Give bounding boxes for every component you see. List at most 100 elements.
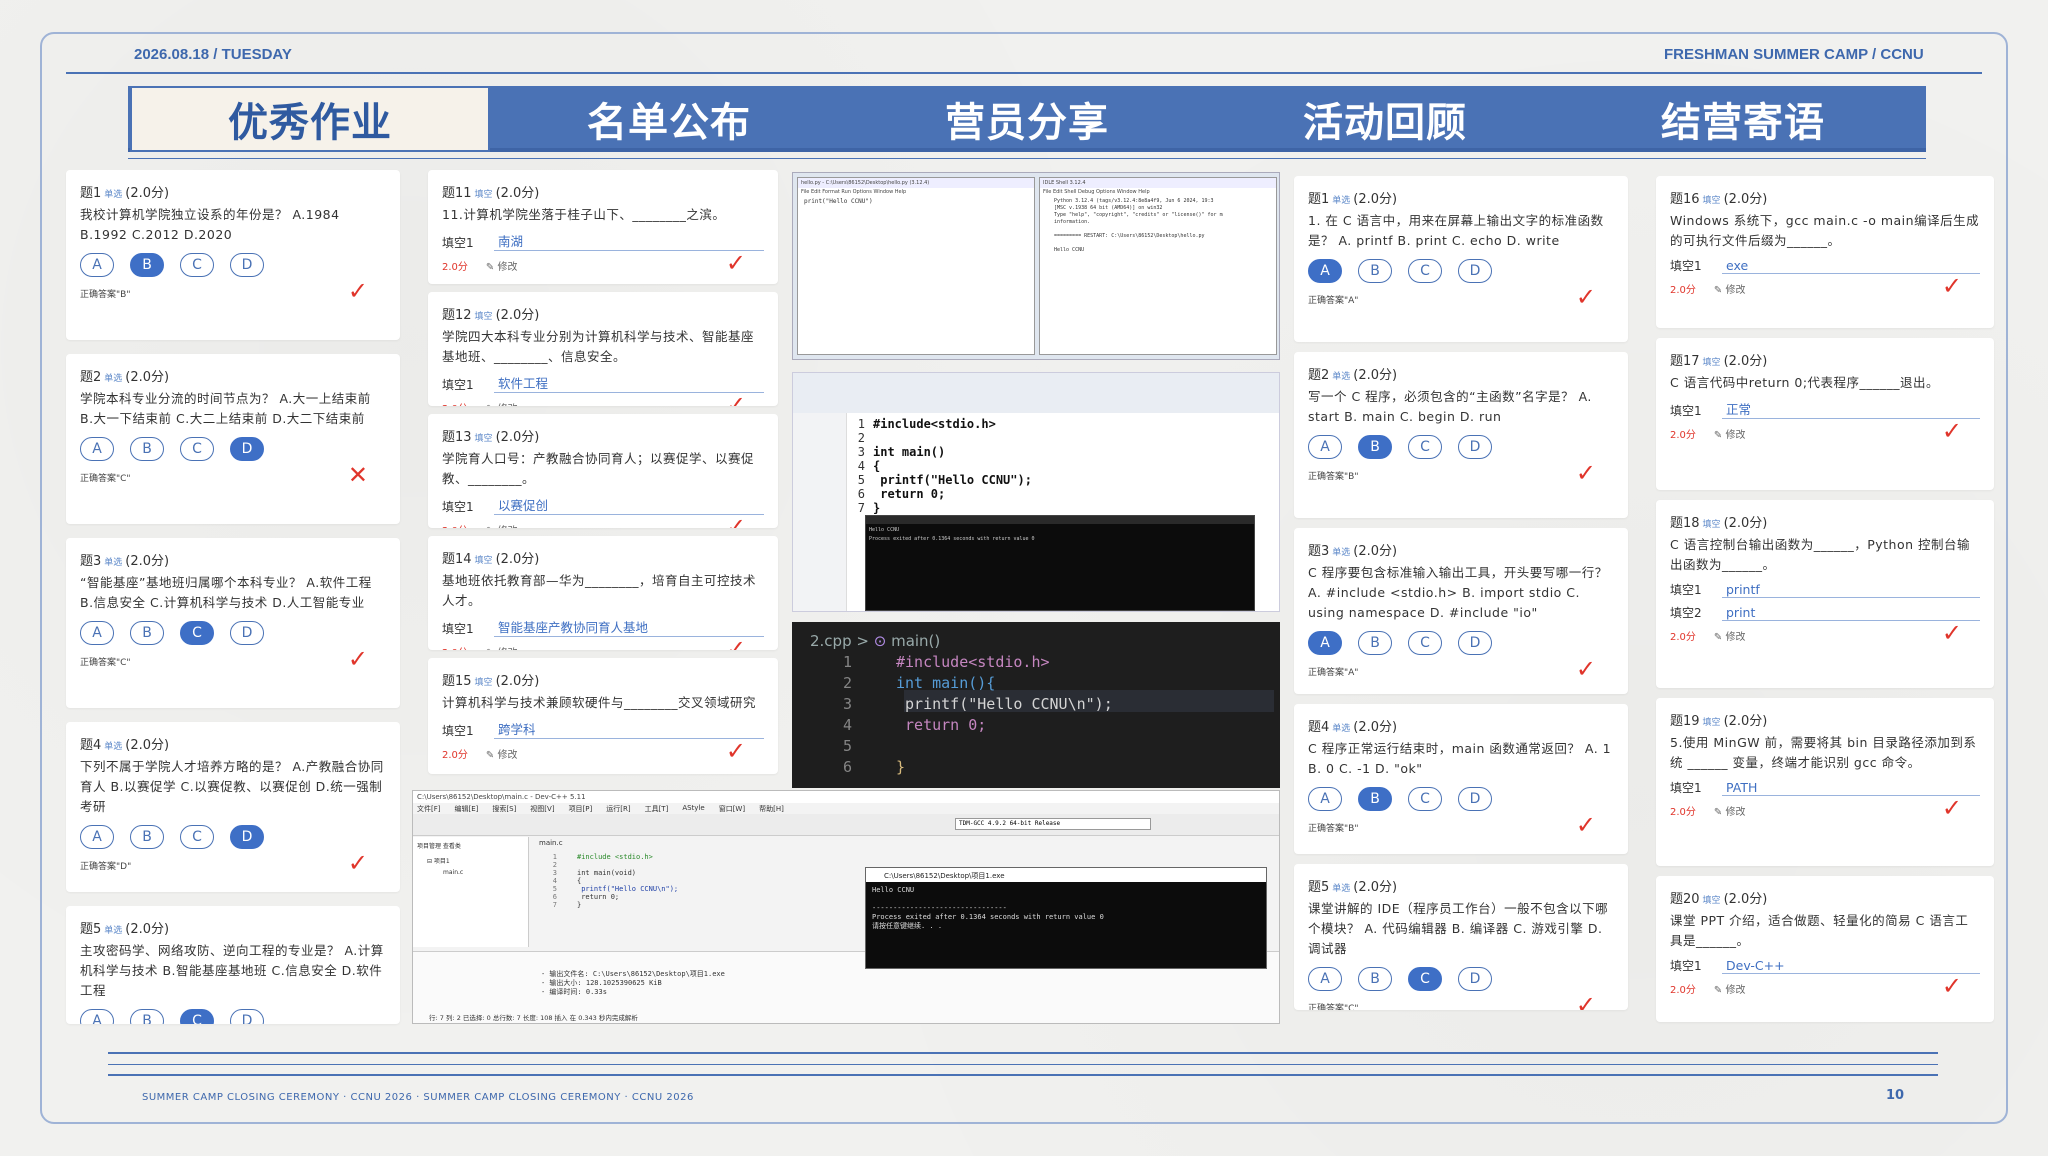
option-b[interactable]: B (130, 825, 164, 849)
edit-button[interactable]: ✎ 修改 (1714, 281, 1746, 296)
question-text: 下列不属于学院人才培养方略的是？ A.产教融合协同育人 B.以赛促学 C.以赛促… (80, 759, 384, 814)
option-a[interactable]: A (80, 1009, 114, 1024)
option-c[interactable]: C (1408, 259, 1442, 283)
question-number: 题13 (442, 430, 472, 445)
option-c[interactable]: C (1408, 435, 1442, 459)
check-icon: ✓ (1575, 991, 1596, 1010)
fill-label: 填空1 (442, 724, 474, 738)
option-b[interactable]: B (1358, 967, 1392, 991)
tab-list-announcement[interactable]: 名单公布 (490, 86, 848, 152)
editor-sidebar (793, 413, 847, 611)
tab-camper-sharing[interactable]: 营员分享 (848, 86, 1206, 152)
devcpp-compiler-select[interactable]: TDM-GCC 4.9.2 64-bit Release (955, 818, 1151, 830)
option-b[interactable]: B (130, 621, 164, 645)
vscode-crumb[interactable]: main() (891, 632, 940, 650)
option-a[interactable]: A (80, 621, 114, 645)
line-number: 4 (552, 877, 557, 885)
code-text: int main() (873, 445, 946, 459)
edit-button[interactable]: ✎ 修改 (486, 400, 518, 407)
fill-answer[interactable]: 智能基座产教协同育人基地 (494, 617, 764, 637)
edit-button[interactable]: ✎ 修改 (486, 258, 518, 273)
option-a[interactable]: A (1308, 787, 1342, 811)
option-d[interactable]: D (230, 621, 264, 645)
option-d[interactable]: D (230, 437, 264, 461)
question-number: 题3 (80, 554, 102, 569)
menu-item[interactable]: 工具[T] (645, 804, 669, 813)
menu-item[interactable]: 搜索[S] (492, 804, 516, 813)
option-b[interactable]: B (1358, 259, 1392, 283)
code-line: 2 (849, 431, 1032, 445)
menu-item[interactable]: 文件[F] (417, 804, 441, 813)
devcpp-file-tab[interactable]: main.c (539, 839, 563, 847)
option-c[interactable]: C (180, 1009, 214, 1024)
option-b[interactable]: B (130, 1009, 164, 1024)
check-icon: ✓ (725, 635, 746, 650)
edit-button[interactable]: ✎ 修改 (1714, 803, 1746, 818)
option-a[interactable]: A (1308, 259, 1342, 283)
option-c[interactable]: C (180, 437, 214, 461)
tab-activity-review[interactable]: 活动回顾 (1206, 86, 1564, 152)
menu-item[interactable]: 帮助[H] (759, 804, 784, 813)
option-c[interactable]: C (180, 253, 214, 277)
option-d[interactable]: D (1458, 787, 1492, 811)
choice-card: 题2 单选 (2.0分) 写一个 C 程序，必须包含的“主函数”名字是？ A. sta… (1294, 352, 1628, 518)
question-text: C 语言控制台输出函数为______，Python 控制台输出函数为______… (1670, 537, 1971, 572)
option-b[interactable]: B (1358, 435, 1392, 459)
choice-card: 题2 单选 (2.0分) 学院本科专业分流的时间节点为？ A.大一上结束前 B.大一下… (66, 354, 400, 524)
option-a[interactable]: A (80, 253, 114, 277)
fill-answer[interactable]: 软件工程 (494, 373, 764, 393)
edit-button[interactable]: ✎ 修改 (1714, 981, 1746, 996)
fill-answer[interactable]: 正常 (1722, 399, 1980, 419)
option-b[interactable]: B (1358, 787, 1392, 811)
menu-item[interactable]: 项目[P] (569, 804, 593, 813)
edit-button[interactable]: ✎ 修改 (486, 522, 518, 529)
menu-item[interactable]: 视图[V] (530, 804, 554, 813)
edit-button[interactable]: ✎ 修改 (486, 644, 518, 651)
tab-excellent-work[interactable]: 优秀作业 (130, 86, 490, 152)
question-text: 主攻密码学、网络攻防、逆向工程的专业是？ A.计算机科学与技术 B.智能基座基地… (80, 943, 384, 998)
tab-closing-message[interactable]: 结营寄语 (1564, 86, 1922, 152)
option-d[interactable]: D (1458, 259, 1492, 283)
option-a[interactable]: A (80, 437, 114, 461)
option-d[interactable]: D (230, 253, 264, 277)
option-a[interactable]: A (1308, 967, 1342, 991)
option-c[interactable]: C (1408, 631, 1442, 655)
option-d[interactable]: D (1458, 967, 1492, 991)
fill-answer[interactable]: printf (1722, 582, 1980, 598)
option-group: ABCD (80, 437, 386, 461)
menu-item[interactable]: 运行[R] (606, 804, 630, 813)
option-b[interactable]: B (130, 253, 164, 277)
edit-button[interactable]: ✎ 修改 (1714, 628, 1746, 643)
devcpp-tree-file[interactable]: main.c (413, 867, 528, 878)
menu-item[interactable]: AStyle (682, 804, 704, 813)
option-a[interactable]: A (1308, 435, 1342, 459)
fill-answer[interactable]: 以赛促创 (494, 495, 764, 515)
question-text: 课堂讲解的 IDE（程序员工作台）一般不包含以下哪个模块？ A. 代码编辑器 B… (1308, 901, 1609, 956)
option-a[interactable]: A (1308, 631, 1342, 655)
option-c[interactable]: C (1408, 967, 1442, 991)
option-b[interactable]: B (1358, 631, 1392, 655)
shell-line: Type "help", "copyright", "credits" or "… (1054, 212, 1223, 218)
edit-button[interactable]: ✎ 修改 (486, 746, 518, 761)
option-b[interactable]: B (130, 437, 164, 461)
question-text: C 程序正常运行结束时，main 函数通常返回？ A. 1 B. 0 C. -1… (1308, 741, 1612, 776)
question-type: 单选 (1332, 196, 1351, 206)
points: 2.0分 (442, 644, 468, 651)
option-d[interactable]: D (1458, 435, 1492, 459)
question-type: 填空 (1702, 718, 1721, 728)
option-d[interactable]: D (230, 825, 264, 849)
option-d[interactable]: D (1458, 631, 1492, 655)
menu-item[interactable]: 编辑[E] (455, 804, 479, 813)
option-c[interactable]: C (180, 621, 214, 645)
option-c[interactable]: C (1408, 787, 1442, 811)
vscode-tab[interactable]: 2.cpp (810, 632, 852, 650)
option-d[interactable]: D (230, 1009, 264, 1024)
edit-button[interactable]: ✎ 修改 (1714, 426, 1746, 441)
fill-answer[interactable]: 跨学科 (494, 719, 764, 739)
option-a[interactable]: A (80, 825, 114, 849)
slide: 2026.08.18 / TUESDAY FRESHMAN SUMMER CAM… (0, 0, 2048, 1156)
question-header: 题4 单选 (2.0分) (80, 734, 386, 753)
fill-answer[interactable]: 南湖 (494, 231, 764, 251)
menu-item[interactable]: 窗口[W] (719, 804, 745, 813)
option-c[interactable]: C (180, 825, 214, 849)
